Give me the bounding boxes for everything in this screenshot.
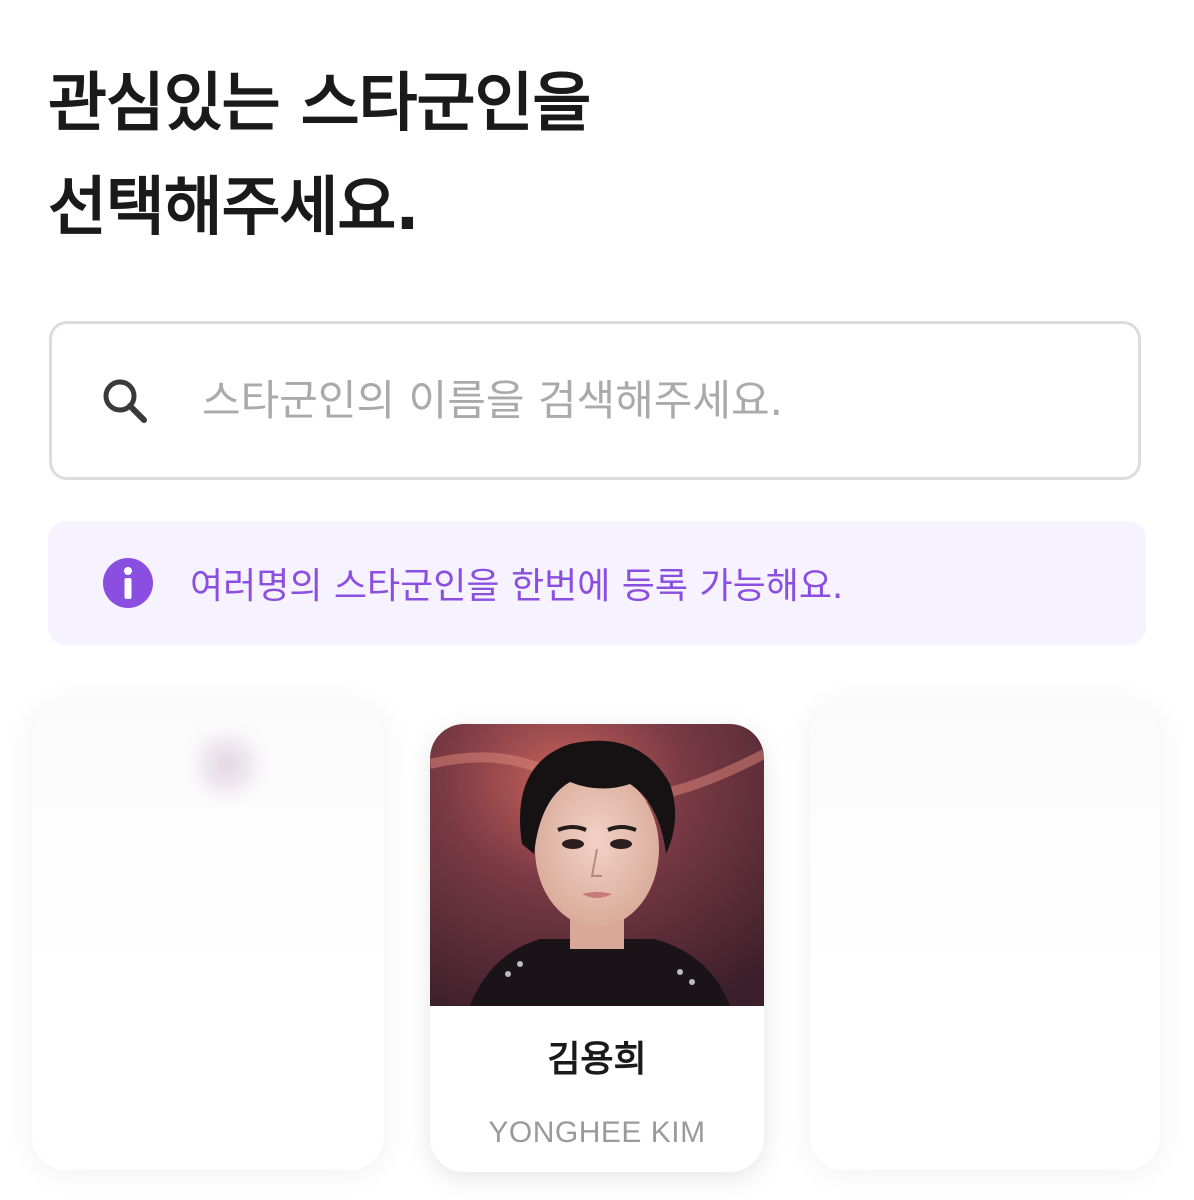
star-soldier-card-next[interactable]	[810, 700, 1160, 1170]
card-name: 김용희	[547, 1039, 647, 1080]
profile-photo	[430, 724, 764, 1006]
profile-photo-image	[430, 724, 764, 1006]
search-input[interactable]	[202, 324, 1108, 477]
info-banner: 여러명의 스타군인을 한번에 등록 가능해요.	[48, 521, 1146, 645]
info-banner-text: 여러명의 스타군인을 한번에 등록 가능해요.	[190, 566, 844, 607]
blurred-photo	[182, 730, 272, 800]
star-soldier-card[interactable]: 김용희 YONGHEE KIM	[430, 724, 764, 1172]
info-icon	[103, 558, 153, 608]
star-soldier-carousel[interactable]: 김용희 YONGHEE KIM	[0, 660, 1194, 1200]
page-title: 관심있는 스타군인을 선택해주세요.	[48, 52, 591, 260]
page-title-line-1: 관심있는 스타군인을	[48, 67, 591, 141]
card-english-name: YONGHEE KIM	[488, 1116, 706, 1149]
page-title-line-2: 선택해주세요.	[48, 171, 420, 245]
search-icon[interactable]	[96, 372, 154, 430]
search-box[interactable]	[49, 321, 1141, 480]
star-soldier-card-prev[interactable]	[32, 700, 384, 1170]
star-soldier-select-screen: 관심있는 스타군인을 선택해주세요. 여러명의 스타군인을 한번에 등록 가능해…	[0, 0, 1194, 1200]
